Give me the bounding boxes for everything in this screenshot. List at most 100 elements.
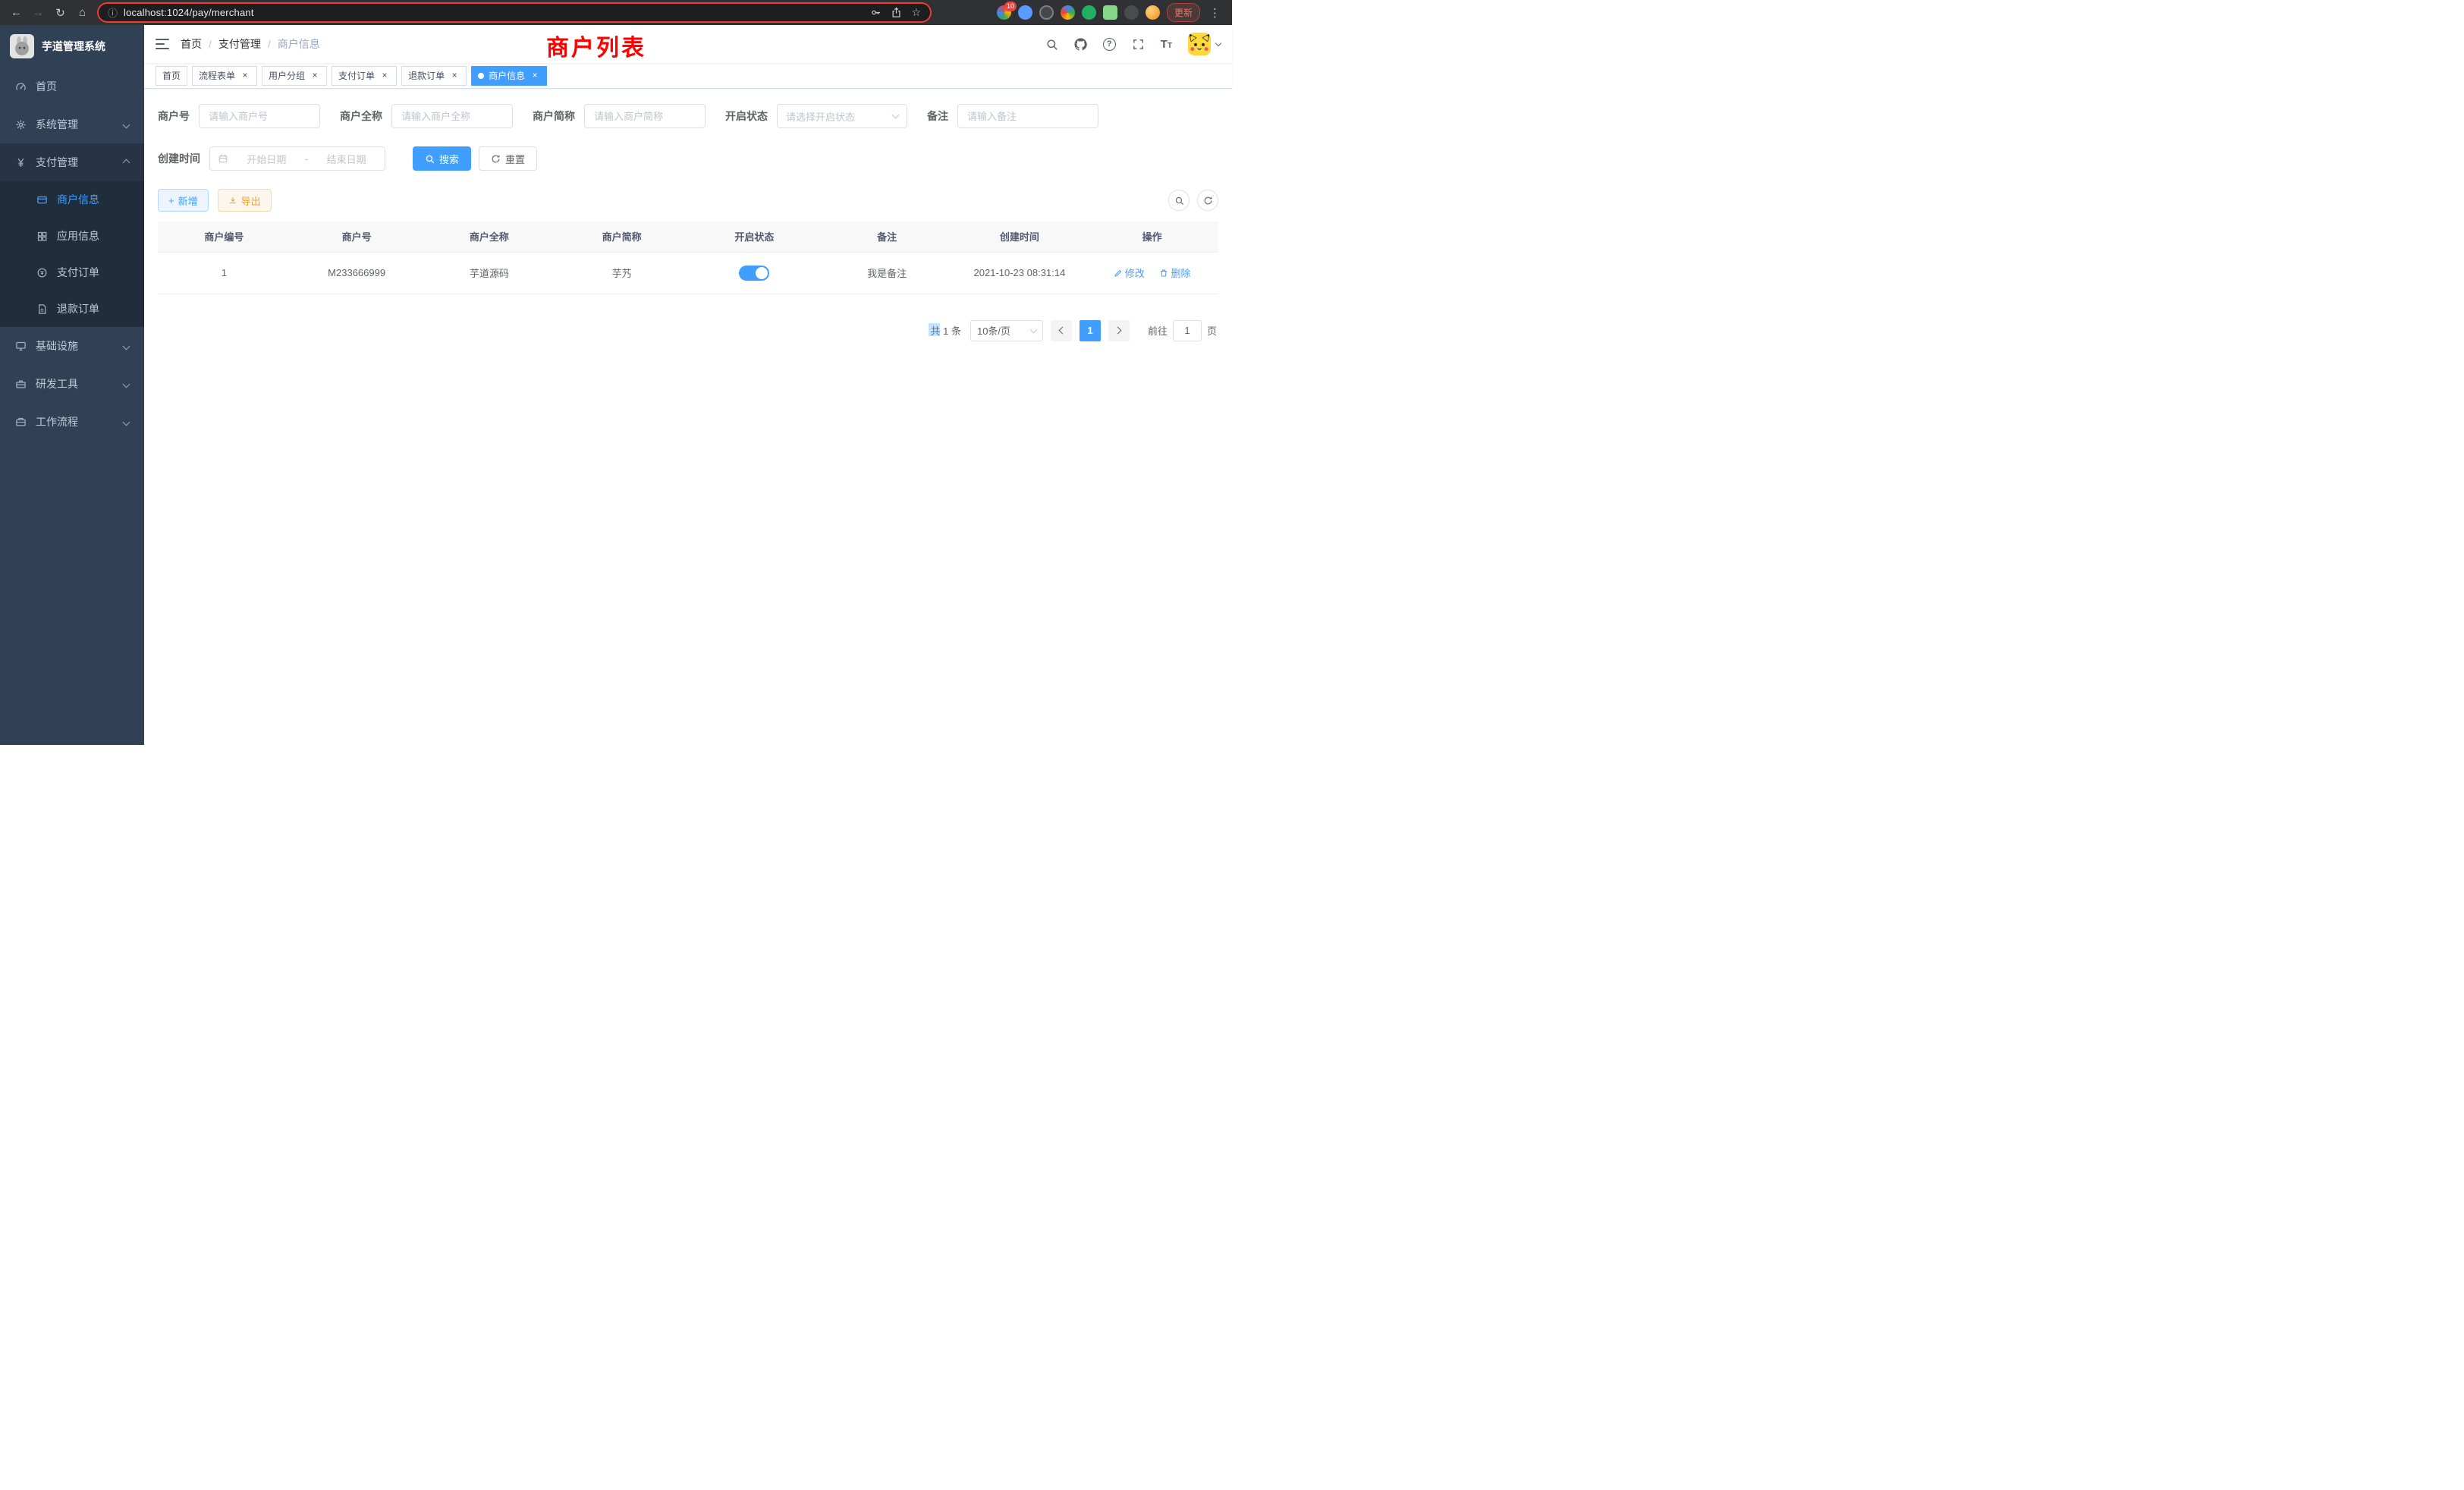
extension-icon[interactable]: 10	[997, 5, 1011, 20]
merchant-name-input[interactable]	[391, 104, 513, 128]
github-icon[interactable]	[1074, 38, 1087, 51]
col-status: 开启状态	[688, 222, 821, 252]
tab-merchant-info[interactable]: 商户信息×	[471, 66, 547, 86]
cell-actions: 修改 删除	[1086, 252, 1218, 294]
bookmark-star-icon[interactable]: ☆	[911, 6, 921, 19]
close-icon[interactable]: ×	[310, 71, 320, 81]
merchant-no-input[interactable]	[199, 104, 320, 128]
tabs-bar: 首页 流程表单× 用户分组× 支付订单× 退款订单× 商户信息×	[144, 63, 1232, 89]
tab-process-form[interactable]: 流程表单×	[192, 66, 257, 86]
reset-button[interactable]: 重置	[479, 146, 537, 171]
search-icon[interactable]	[1045, 38, 1058, 51]
sidebar: 芋道管理系统 首页 系统管理 支付管理 商户信息	[0, 25, 144, 745]
extension-icon[interactable]	[1082, 5, 1096, 20]
extensions-puzzle-icon[interactable]	[1124, 5, 1139, 20]
toggle-search-button[interactable]	[1168, 190, 1190, 211]
next-page-button[interactable]	[1108, 320, 1130, 341]
tab-home[interactable]: 首页	[156, 66, 187, 86]
export-button[interactable]: 导出	[218, 189, 272, 212]
back-icon[interactable]: ←	[6, 2, 27, 23]
avatar	[1188, 33, 1211, 55]
sidebar-item-infrastructure[interactable]: 基础设施	[0, 327, 144, 365]
active-dot	[478, 73, 484, 79]
sidebar-item-app-info[interactable]: 应用信息	[0, 218, 144, 254]
annotation-merchant-list: 商户列表	[546, 29, 646, 62]
payment-submenu: 商户信息 应用信息 支付订单 退款订单	[0, 181, 144, 327]
status-select[interactable]: 请选择开启状态	[777, 104, 907, 128]
sidebar-item-refund-order[interactable]: 退款订单	[0, 291, 144, 327]
edit-button[interactable]: 修改	[1114, 266, 1145, 280]
extension-icon[interactable]	[1039, 5, 1054, 20]
app-logo[interactable]: 芋道管理系统	[0, 25, 144, 68]
cell-remark: 我是备注	[821, 252, 954, 294]
extension-icon[interactable]	[1061, 5, 1075, 20]
delete-button[interactable]: 删除	[1159, 266, 1190, 280]
navbar-actions: ? TT	[1045, 33, 1221, 55]
grid-icon	[36, 231, 48, 242]
close-icon[interactable]: ×	[379, 71, 390, 81]
fullscreen-icon[interactable]	[1132, 38, 1145, 51]
sidebar-item-workflow[interactable]: 工作流程	[0, 403, 144, 441]
extension-icon[interactable]	[1103, 5, 1117, 20]
home-icon[interactable]: ⌂	[72, 2, 93, 23]
menu-label: 支付订单	[57, 265, 99, 280]
url-text[interactable]: localhost:1024/pay/merchant	[124, 7, 870, 18]
breadcrumb-home[interactable]: 首页	[181, 36, 202, 52]
extension-badge: 10	[1004, 2, 1017, 11]
goto-label: 前往	[1148, 323, 1168, 338]
user-avatar-menu[interactable]	[1188, 33, 1221, 55]
create-time-range-picker[interactable]: 开始日期 - 结束日期	[209, 146, 385, 171]
tab-refund-order[interactable]: 退款订单×	[401, 66, 467, 86]
font-size-icon[interactable]: TT	[1161, 39, 1172, 50]
sidebar-item-dev-tools[interactable]: 研发工具	[0, 365, 144, 403]
extensions-area: 10 更新 ⋮	[997, 3, 1226, 22]
col-merchant-name: 商户全称	[423, 222, 556, 252]
chevron-down-icon	[123, 381, 130, 388]
prev-page-button[interactable]	[1051, 320, 1072, 341]
url-bar[interactable]: ⓘ localhost:1024/pay/merchant ☆	[97, 2, 932, 23]
page-1-button[interactable]: 1	[1080, 320, 1101, 341]
sidebar-item-merchant-info[interactable]: 商户信息	[0, 181, 144, 218]
pay-order-icon	[36, 267, 48, 278]
goto-page-input[interactable]	[1173, 320, 1202, 341]
cell-merchant-name: 芋道源码	[423, 252, 556, 294]
reload-icon[interactable]: ↻	[50, 2, 71, 23]
remark-input[interactable]	[957, 104, 1098, 128]
page-content: 商户号 商户全称 商户简称 开启状态 请选择开启状态	[144, 89, 1232, 745]
sidebar-item-home[interactable]: 首页	[0, 68, 144, 105]
create-time-label: 创建时间	[158, 151, 200, 166]
merchant-no-label: 商户号	[158, 108, 190, 124]
forward-icon[interactable]: →	[28, 2, 49, 23]
extension-icon[interactable]	[1018, 5, 1032, 20]
search-icon	[425, 154, 435, 164]
close-icon[interactable]: ×	[240, 71, 250, 81]
tab-payment-order[interactable]: 支付订单×	[332, 66, 397, 86]
add-button[interactable]: + 新增	[158, 189, 209, 212]
page-size-select[interactable]: 10条/页	[970, 320, 1043, 341]
profile-avatar[interactable]	[1146, 5, 1160, 20]
password-key-icon[interactable]	[870, 7, 882, 18]
sidebar-item-payment-order[interactable]: 支付订单	[0, 254, 144, 291]
close-icon[interactable]: ×	[449, 71, 460, 81]
close-icon[interactable]: ×	[530, 71, 540, 81]
cell-merchant-no: M233666999	[291, 252, 423, 294]
app-title: 芋道管理系统	[42, 39, 105, 54]
share-icon[interactable]	[891, 7, 902, 18]
help-icon[interactable]: ?	[1103, 38, 1116, 51]
search-button[interactable]: 搜索	[413, 146, 471, 171]
browser-menu-icon[interactable]: ⋮	[1207, 6, 1223, 20]
merchant-short-input[interactable]	[584, 104, 706, 128]
site-info-icon[interactable]: ⓘ	[108, 5, 118, 20]
sidebar-item-system[interactable]: 系统管理	[0, 105, 144, 143]
browser-update-button[interactable]: 更新	[1167, 3, 1200, 22]
briefcase-icon	[15, 417, 27, 428]
col-actions: 操作	[1086, 222, 1218, 252]
refresh-table-button[interactable]	[1197, 190, 1218, 211]
status-toggle[interactable]	[739, 266, 769, 281]
status-label: 开启状态	[725, 108, 768, 124]
sidebar-item-payment[interactable]: 支付管理	[0, 143, 144, 181]
tab-user-group[interactable]: 用户分组×	[262, 66, 327, 86]
cell-status	[688, 252, 821, 294]
chevron-down-icon	[1215, 39, 1221, 46]
sidebar-toggle-icon[interactable]	[156, 38, 169, 50]
